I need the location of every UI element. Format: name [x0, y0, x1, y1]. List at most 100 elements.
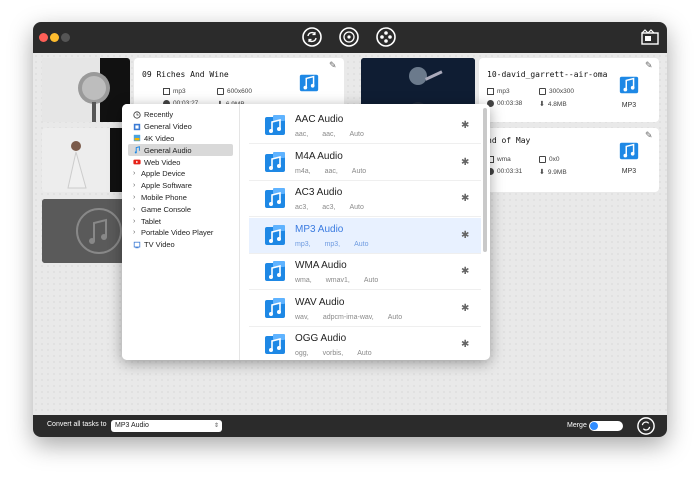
- format-option[interactable]: AC3 Audio ac3, ac3, Auto ✱: [249, 181, 481, 217]
- format-detail: m4a,: [295, 167, 311, 175]
- task-duration: 00:03:38: [487, 100, 522, 107]
- convert-all-button[interactable]: [637, 417, 655, 435]
- category-item[interactable]: › Apple Device: [122, 168, 239, 180]
- category-item[interactable]: › Tablet: [122, 215, 239, 227]
- category-item[interactable]: › Apple Software: [122, 180, 239, 192]
- category-item[interactable]: › Portable Video Player: [122, 227, 239, 239]
- format-option[interactable]: WMA Audio wma, wmav1, Auto ✱: [249, 254, 481, 290]
- gear-icon[interactable]: ✱: [461, 230, 469, 241]
- chevron-right-icon[interactable]: ›: [133, 182, 137, 189]
- convert-all-label: Convert all tasks to: [47, 421, 107, 428]
- film-icon: [163, 88, 170, 95]
- format-option[interactable]: AAC Audio aac, aac, Auto ✱: [249, 108, 481, 144]
- chevron-right-icon[interactable]: ›: [133, 170, 137, 177]
- 4k-icon: [133, 134, 144, 142]
- format-detail: Auto: [354, 240, 369, 248]
- format-details: aac, aac, Auto: [295, 131, 378, 138]
- category-label: Game Console: [141, 204, 192, 214]
- format-option[interactable]: MP3 Audio mp3, mp3, Auto ✱: [249, 217, 481, 254]
- category-list: Recently General Video 4K Video General Aud…: [122, 104, 240, 360]
- task-thumbnail[interactable]: [42, 58, 130, 122]
- audio-format-icon: [263, 187, 287, 211]
- gear-icon[interactable]: ✱: [461, 266, 469, 277]
- download-icon: ⬇: [539, 169, 545, 176]
- category-label: Apple Software: [141, 181, 192, 191]
- film-reel-toolbar-button[interactable]: [375, 26, 397, 48]
- format-option[interactable]: WAV Audio wav, adpcm-ima-wav, Auto ✱: [249, 291, 481, 327]
- edit-pencil-icon[interactable]: ✎: [645, 60, 653, 71]
- edit-pencil-icon[interactable]: ✎: [645, 130, 653, 141]
- close-window-button[interactable]: [39, 33, 48, 42]
- format-detail: Auto: [387, 313, 403, 321]
- format-option[interactable]: OGG Audio ogg, vorbis, Auto ✱: [249, 327, 481, 360]
- format-detail: ac3,: [322, 204, 336, 211]
- format-details: wav, adpcm-ima-wav, Auto: [295, 314, 416, 321]
- category-item[interactable]: General Video: [122, 121, 239, 133]
- music-note-icon: [133, 146, 144, 154]
- format-list-scrollbar[interactable]: [483, 108, 487, 252]
- format-detail: Auto: [357, 350, 372, 357]
- convert-icon: [637, 417, 655, 435]
- gear-icon[interactable]: ✱: [461, 157, 469, 168]
- output-format-badge[interactable]: [294, 72, 324, 99]
- chevron-right-icon[interactable]: ›: [133, 229, 137, 236]
- gear-icon[interactable]: ✱: [461, 339, 469, 350]
- task-format: wma: [487, 156, 511, 163]
- category-item[interactable]: › Mobile Phone: [122, 192, 239, 204]
- gear-icon[interactable]: ✱: [461, 120, 469, 131]
- format-detail: adpcm-ima-wav,: [322, 313, 374, 321]
- task-card[interactable]: 10-david_garrett--air-oma ✎ mp3 300x300 …: [479, 58, 659, 122]
- gear-icon[interactable]: ✱: [461, 303, 469, 314]
- format-name: AAC Audio: [295, 114, 344, 125]
- category-item[interactable]: Web Video: [122, 156, 239, 168]
- category-item[interactable]: General Audio: [128, 144, 233, 157]
- clapperboard-icon: [641, 29, 659, 45]
- minimize-window-button[interactable]: [50, 33, 59, 42]
- output-format-badge[interactable]: MP3: [614, 140, 644, 175]
- category-item[interactable]: TV Video: [122, 239, 239, 251]
- output-format-badge[interactable]: MP3: [614, 74, 644, 109]
- tv-icon: [133, 241, 144, 249]
- format-details: ac3, ac3, Auto: [295, 204, 378, 211]
- disc-toolbar-button[interactable]: [338, 26, 360, 48]
- task-resolution: 0x0: [539, 156, 559, 163]
- format-details: ogg, vorbis, Auto: [295, 350, 386, 357]
- task-card[interactable]: nd of May ✎ wma 0x0 00:03:31 ⬇ 9.9MB MP3: [479, 128, 659, 192]
- category-label: Tablet: [141, 216, 162, 226]
- category-item[interactable]: 4K Video: [122, 133, 239, 145]
- chevron-right-icon[interactable]: ›: [133, 218, 137, 225]
- chevron-right-icon[interactable]: ›: [133, 194, 137, 201]
- clock-icon: [133, 111, 144, 119]
- task-title: 09 Riches And Wine: [142, 70, 229, 79]
- format-detail: vorbis,: [322, 350, 344, 357]
- mp3-format-icon: [619, 142, 639, 160]
- clapperboard-toolbar-button[interactable]: [639, 26, 661, 48]
- audio-format-icon: [263, 114, 287, 138]
- format-name: M4A Audio: [295, 150, 343, 162]
- format-detail: ac3,: [295, 204, 309, 211]
- merge-toggle[interactable]: [589, 421, 623, 431]
- category-label: Mobile Phone: [141, 192, 187, 202]
- audio-format-icon: [263, 297, 287, 321]
- category-item[interactable]: › Game Console: [122, 203, 239, 215]
- monitor-icon: [539, 88, 546, 95]
- format-name: MP3 Audio: [295, 223, 344, 235]
- gear-icon[interactable]: ✱: [461, 193, 469, 204]
- task-format: mp3: [163, 88, 186, 95]
- format-option[interactable]: M4A Audio m4a, aac, Auto ✱: [249, 145, 481, 181]
- format-name: AC3 Audio: [295, 187, 343, 198]
- zoom-window-button[interactable]: [61, 33, 70, 42]
- output-format-select[interactable]: MP3 Audio ⇕: [111, 420, 222, 432]
- merge-label: Merge: [567, 422, 587, 429]
- audio-format-icon: [263, 151, 287, 175]
- chevron-right-icon[interactable]: ›: [133, 206, 137, 213]
- video-icon: [133, 123, 144, 131]
- task-thumbnail[interactable]: [42, 128, 130, 192]
- edit-pencil-icon[interactable]: ✎: [329, 60, 337, 71]
- task-title: 10-david_garrett--air-oma: [487, 70, 608, 79]
- convert-toolbar-button[interactable]: [301, 26, 323, 48]
- category-item[interactable]: Recently: [122, 109, 239, 121]
- category-label: Apple Device: [141, 169, 186, 179]
- format-detail: wmav1,: [325, 277, 350, 284]
- format-detail: aac,: [295, 131, 309, 138]
